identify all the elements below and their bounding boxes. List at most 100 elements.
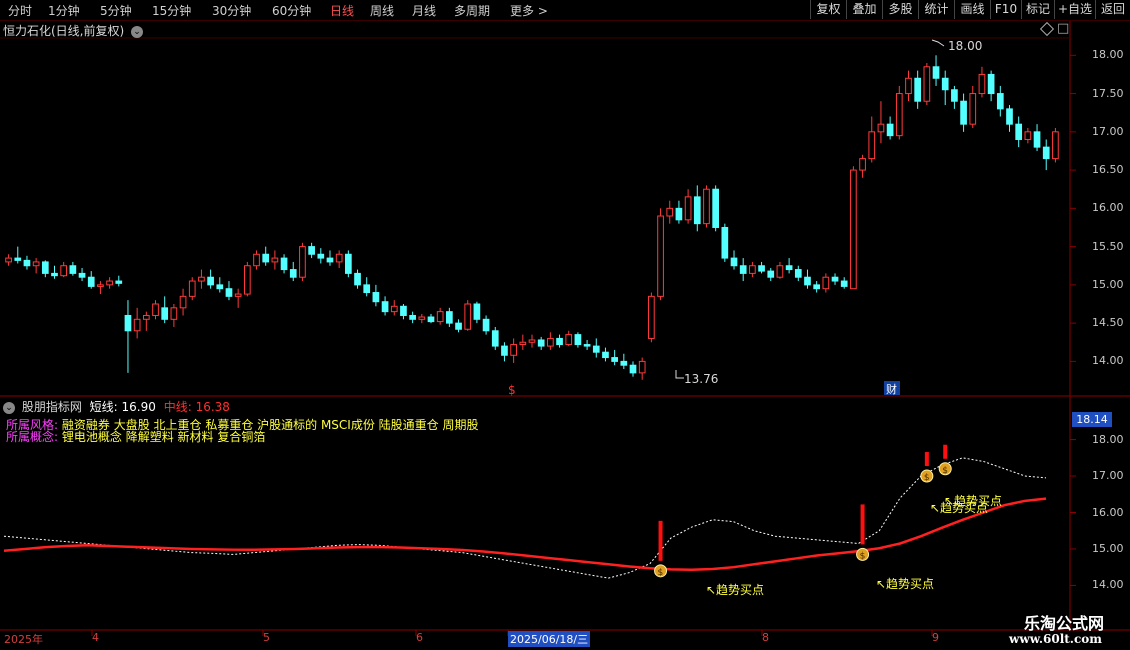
close-pane-icon[interactable]: □ (1057, 21, 1069, 36)
candle-body (124, 314, 132, 332)
date-label-sep: 9 (932, 631, 939, 644)
money-bag-glyph: $ (658, 568, 664, 578)
candle-body (960, 100, 967, 125)
buy-signal-label: ↖趋势买点 (944, 494, 1002, 508)
dividend-marker[interactable]: $ (508, 383, 516, 397)
candle-body (675, 207, 683, 221)
candle-body (749, 265, 756, 274)
candle-body (1024, 131, 1032, 140)
indicator-current-value: 18.14 (1072, 412, 1112, 427)
price-tick-label: 14.00 (1092, 354, 1124, 368)
price-tick-label: 16.00 (1092, 201, 1124, 215)
indicator-tick-label: 15.00 (1092, 541, 1124, 555)
candle-body (730, 257, 738, 267)
candle-body (225, 288, 233, 297)
candle-body (969, 93, 977, 125)
candle-body (822, 276, 830, 290)
candle-body (409, 314, 416, 320)
candle-body (996, 93, 1004, 110)
candle-body (106, 280, 113, 286)
candle-body (23, 259, 31, 267)
candle-body (684, 196, 692, 221)
candle-body (372, 292, 380, 303)
signal-bar (658, 520, 663, 561)
candle-body (436, 311, 444, 323)
candle-body (638, 360, 646, 374)
candle-body (207, 276, 214, 286)
candle-body (978, 73, 986, 95)
candle-body (152, 303, 159, 316)
candle-body (455, 322, 462, 330)
candle-body (418, 316, 426, 320)
candle-body (87, 276, 95, 287)
candle-body (473, 303, 481, 320)
candle-body (51, 272, 58, 277)
date-label-apr: 4 (92, 631, 99, 644)
stock-name-period: 恒力石化(日线,前复权) (3, 24, 125, 38)
chart-canvas[interactable]: $$$$↖趋势买点 ↖趋势买点↖趋势买点↖趋势买点 18.00 13.76 $ 财 (0, 0, 1130, 650)
candle-body (491, 330, 499, 347)
candle-body (648, 295, 655, 339)
candle-body (354, 272, 361, 286)
candle-body (253, 253, 260, 267)
candle-body (583, 344, 591, 347)
price-tick-label: 17.00 (1092, 124, 1124, 138)
finance-marker[interactable]: 财 (886, 382, 897, 396)
candle-body (804, 276, 811, 286)
money-bag-glyph: $ (942, 466, 948, 476)
candle-body (41, 261, 49, 274)
price-tick-label: 18.00 (1092, 48, 1124, 62)
candle-body (133, 318, 141, 332)
concept-info: 所属概念: 锂电池概念 降解塑料 新材料 复合铜箔 (6, 428, 265, 445)
candle-body (813, 284, 821, 290)
candle-body (170, 307, 178, 320)
candle-body (794, 269, 802, 278)
candle-body (97, 284, 104, 287)
signal-bar (924, 452, 929, 467)
candle-body (1052, 131, 1059, 160)
candle-body (629, 364, 637, 374)
buy-signal-label: ↖趋势买点 (706, 583, 764, 597)
candle-body (611, 357, 618, 362)
candle-body (895, 93, 903, 137)
candle-body (877, 123, 885, 133)
candle-body (14, 257, 22, 261)
candle-body (243, 265, 251, 295)
stock-title: 恒力石化(日线,前复权) ⌄ (3, 22, 144, 39)
candle-body (850, 169, 857, 290)
indicator-tick-label: 18.00 (1092, 432, 1124, 446)
candle-body (703, 188, 710, 225)
candle-body (335, 253, 343, 263)
candle-body (721, 226, 729, 259)
candle-body (620, 360, 628, 366)
date-label-year: 2025年 (4, 633, 43, 646)
candle-body (308, 246, 315, 255)
signal-bar (860, 504, 865, 545)
price-tick-label: 15.50 (1092, 239, 1124, 253)
candle-body (840, 280, 848, 287)
candle-body (574, 334, 582, 346)
candle-body (280, 257, 288, 271)
candle-body (60, 265, 68, 277)
watermark-url: www.60lt.com (1009, 632, 1102, 646)
candle-body (1033, 131, 1041, 148)
candle-body (831, 276, 839, 282)
short-line (3, 457, 1047, 579)
candle-body (914, 77, 922, 102)
money-bag-glyph: $ (860, 551, 866, 561)
candle-body (528, 339, 536, 343)
candle-body (712, 188, 719, 228)
candlestick-series (5, 55, 1059, 380)
candle-body (464, 303, 472, 330)
low-pointer-icon (675, 370, 684, 379)
candle-body (758, 265, 765, 272)
money-bag-glyph: $ (924, 473, 930, 483)
candle-body (592, 345, 600, 353)
indicator-name: 股朋指标网 (21, 400, 82, 414)
candle-body (142, 314, 150, 320)
candle-body (565, 334, 573, 346)
candle-body (69, 265, 77, 274)
indicator-series: $$$$↖趋势买点 ↖趋势买点↖趋势买点↖趋势买点 (3, 444, 1047, 597)
chevron-down-icon[interactable]: ⌄ (3, 401, 15, 414)
chevron-down-icon[interactable]: ⌄ (131, 25, 144, 38)
